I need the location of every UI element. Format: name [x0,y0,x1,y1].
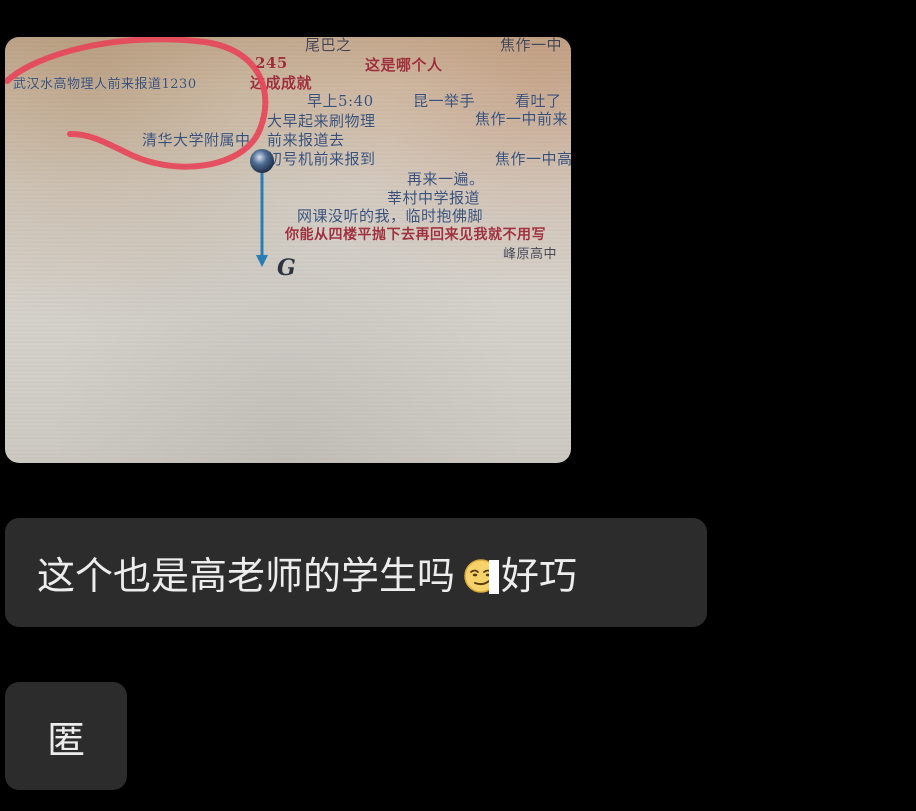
photo-drawing [5,37,274,267]
message-text: 匿 [46,717,85,762]
message-bubble[interactable]: 这个也是高老师的学生吗 好巧 [5,518,707,627]
arrow-head [256,255,268,267]
chat-screen: 尾巴之 焦作一中 武汉水高物理人前来报道1230 这是哪个人 245 达成成就 … [0,0,916,811]
smirk-face-emoji [463,558,500,594]
photo-message[interactable]: 尾巴之 焦作一中 武汉水高物理人前来报道1230 这是哪个人 245 达成成就 … [5,37,571,463]
message-text: 好巧 [501,554,578,598]
gravity-label: G [277,255,296,281]
message-text: 这个也是高老师的学生吗 [37,554,456,598]
message-bubble[interactable]: 匿 [5,682,127,790]
red-circle-annotation [5,37,269,170]
ball [250,149,274,173]
